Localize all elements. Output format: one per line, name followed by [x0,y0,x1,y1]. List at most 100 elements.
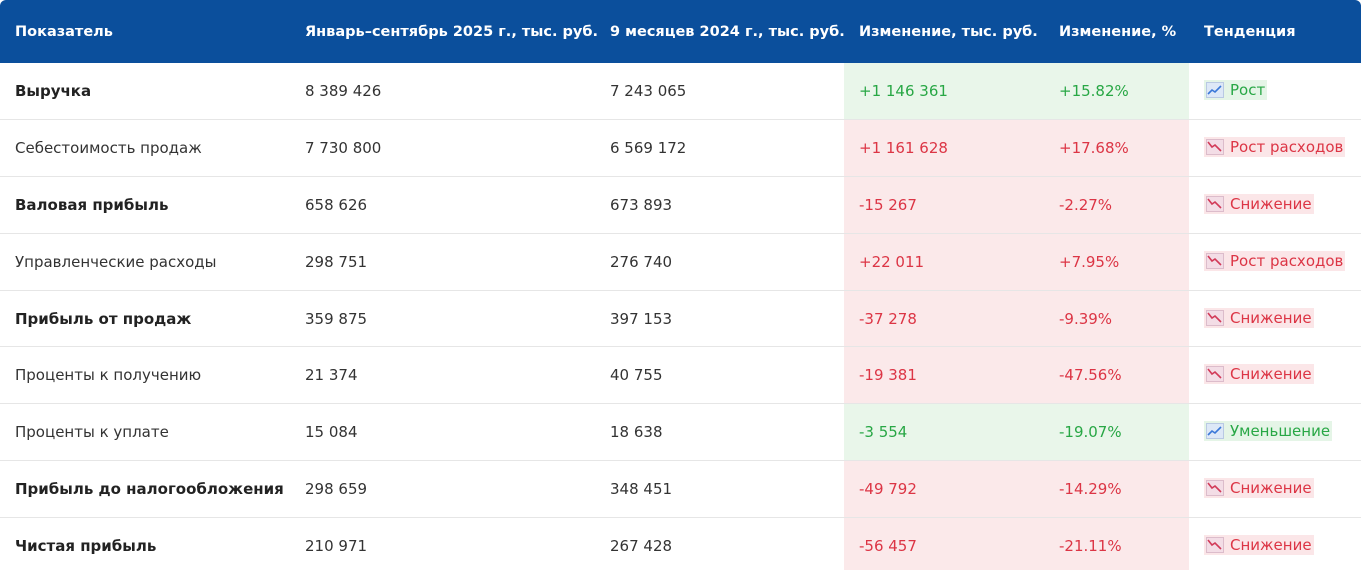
trend-badge: Рост [1204,80,1268,101]
row-trend: Снижение [1189,177,1361,234]
row-indicator-name: Проценты к уплате [15,423,169,442]
financial-results-table: Показатель Январь–сентябрь 2025 г., тыс.… [0,0,1361,570]
trend-label: Уменьшение [1230,422,1331,441]
row-change-pct: -9.39% [1044,290,1189,347]
row-change-abs: +1 146 361 [844,63,1044,120]
header-indicator: Показатель [15,23,113,40]
row-change-abs: -56 457 [844,517,1044,570]
table-row: Проценты к получению 21 374 40 755 -19 381-… [0,346,1361,404]
row-value-2024: 276 740 [610,252,673,271]
row-change-abs: -49 792 [844,460,1044,518]
row-trend: Снижение [1189,461,1361,518]
trend-label: Снижение [1230,535,1312,554]
trend-label: Рост расходов [1230,138,1344,157]
row-value-2025: 7 730 800 [305,139,382,158]
trend-label: Рост расходов [1230,251,1344,270]
table-row: Прибыль от продаж 359 875 397 153 -37 278 -9… [0,290,1361,347]
chart-decreasing-icon [1206,139,1224,156]
chart-increasing-icon [1206,82,1224,99]
trend-badge: Рост расходов [1204,250,1346,271]
row-change-abs: -3 554 [844,403,1044,461]
row-value-2025: 359 875 [305,309,368,328]
row-value-2025: 15 084 [305,423,358,442]
trend-badge: Уменьшение [1204,421,1333,442]
trend-label: Снижение [1230,365,1312,384]
row-change-pct: -21.11% [1044,517,1189,570]
table-header: Показатель Январь–сентябрь 2025 г., тыс.… [0,0,1361,63]
header-change-abs: Изменение, тыс. руб. [859,23,1038,40]
row-indicator-name: Прибыль до налогообложения [15,479,284,498]
table-row: Прибыль до налогообложения 298 659 348 451… [0,460,1361,518]
trend-badge: Снижение [1204,364,1314,385]
table-row: Себестоимость продаж 7 730 800 6 569 172 +1… [0,119,1361,177]
row-value-2024: 40 755 [610,366,663,385]
row-indicator-name: Себестоимость продаж [15,139,202,158]
chart-decreasing-icon [1206,366,1224,383]
table-body: Выручка 8 389 426 7 243 065 +1 146 361 +15.8… [0,63,1361,570]
header-period-2024: 9 месяцев 2024 г., тыс. руб. [610,23,845,40]
row-value-2024: 6 569 172 [610,139,687,158]
row-value-2024: 7 243 065 [610,82,687,101]
row-trend: Снижение [1189,347,1361,404]
row-change-pct: -19.07% [1044,403,1189,461]
table-row: Проценты к уплате 15 084 18 638 -3 554 -19.0… [0,403,1361,461]
row-change-abs: -37 278 [844,290,1044,347]
row-indicator-name: Управленческие расходы [15,252,217,271]
row-change-pct: -14.29% [1044,460,1189,518]
financial-table-container: Показатель Январь–сентябрь 2025 г., тыс.… [0,0,1361,570]
chart-increasing-icon [1206,423,1224,440]
trend-badge: Снижение [1204,307,1314,328]
row-value-2024: 348 451 [610,479,673,498]
trend-badge: Рост расходов [1204,137,1346,158]
row-value-2024: 397 153 [610,309,673,328]
row-value-2025: 21 374 [305,366,358,385]
chart-decreasing-icon [1206,536,1224,553]
row-change-pct: +17.68% [1044,119,1189,177]
header-trend: Тенденция [1204,23,1296,40]
chart-decreasing-icon [1206,195,1224,212]
table-row: Валовая прибыль 658 626 673 893 -15 267 -2.2… [0,176,1361,234]
row-value-2025: 298 751 [305,252,368,271]
table-row: Управленческие расходы 298 751 276 740 +22 … [0,233,1361,291]
header-period-2025: Январь–сентябрь 2025 г., тыс. руб. [305,23,599,40]
row-value-2025: 298 659 [305,479,368,498]
row-trend: Снижение [1189,290,1361,347]
trend-label: Снижение [1230,194,1312,213]
row-change-abs: +22 011 [844,233,1044,291]
row-change-abs: -19 381 [844,346,1044,404]
trend-label: Снижение [1230,478,1312,497]
trend-badge: Снижение [1204,477,1314,498]
chart-decreasing-icon [1206,252,1224,269]
trend-badge: Снижение [1204,193,1314,214]
header-change-pct: Изменение, % [1059,23,1177,40]
row-value-2024: 267 428 [610,536,673,555]
row-change-pct: -47.56% [1044,346,1189,404]
row-trend: Рост расходов [1189,120,1361,177]
row-indicator-name: Проценты к получению [15,366,202,385]
row-value-2024: 673 893 [610,195,673,214]
row-trend: Уменьшение [1189,404,1361,461]
table-row: Выручка 8 389 426 7 243 065 +1 146 361 +15.8… [0,63,1361,120]
row-indicator-name: Валовая прибыль [15,195,169,214]
row-value-2024: 18 638 [610,423,663,442]
row-change-abs: -15 267 [844,176,1044,234]
row-indicator-name: Чистая прибыль [15,536,157,555]
table-row: Чистая прибыль 210 971 267 428 -56 457 -21.1… [0,517,1361,570]
row-change-pct: +15.82% [1044,63,1189,120]
trend-label: Рост [1230,81,1266,100]
chart-decreasing-icon [1206,309,1224,326]
header-row: Показатель Январь–сентябрь 2025 г., тыс.… [0,0,1361,63]
row-trend: Снижение [1189,517,1361,570]
row-change-pct: -2.27% [1044,176,1189,234]
row-value-2025: 658 626 [305,195,368,214]
row-change-abs: +1 161 628 [844,119,1044,177]
row-value-2025: 8 389 426 [305,82,382,101]
trend-badge: Снижение [1204,534,1314,555]
row-trend: Рост [1189,63,1361,120]
row-value-2025: 210 971 [305,536,368,555]
row-change-pct: +7.95% [1044,233,1189,291]
row-indicator-name: Прибыль от продаж [15,309,192,328]
row-indicator-name: Выручка [15,82,92,101]
row-trend: Рост расходов [1189,233,1361,290]
chart-decreasing-icon [1206,479,1224,496]
